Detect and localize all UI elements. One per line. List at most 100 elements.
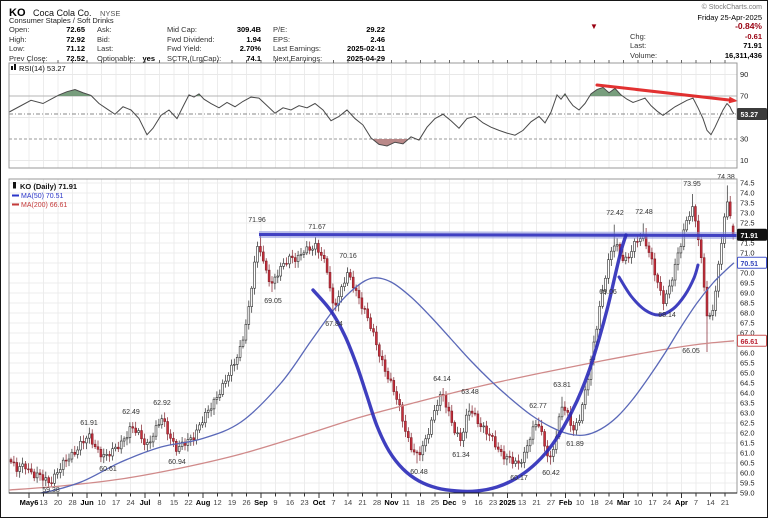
price-tick-label: 59.0 [740,489,755,498]
x-tick-label: 25 [431,498,439,507]
x-tick-label: 21 [721,498,729,507]
moving-averages [9,263,734,495]
x-tick-label: 11 [402,498,410,507]
x-tick-label: 16 [474,498,482,507]
price-tick-label: 64.5 [740,379,755,388]
x-tick-label: 15 [170,498,178,507]
price-badge-text: 53.27 [741,112,759,119]
x-tick-label: 14 [344,498,352,507]
price-annotation: 68.14 [658,312,676,319]
x-tick-label: 23 [300,498,308,507]
x-tick-label: Aug [196,498,211,507]
x-tick-label: Nov [384,498,399,507]
price-annotation: 74.38 [717,174,735,181]
x-tick-label: Oct [313,498,326,507]
legend-entry-ma50: MA(50) 70.51 [21,193,64,200]
price-tick-label: 65.5 [740,359,755,368]
x-tick-label: 19 [228,498,236,507]
x-tick-label: 24 [663,498,671,507]
price-annotation: 69.05 [264,298,282,305]
price-tick-label: 62.5 [740,419,755,428]
price-badge-text: 66.61 [741,339,759,346]
price-tick-label: 71.0 [740,249,755,258]
price-tick-label: 65.0 [740,369,755,378]
price-annotation: 60.17 [510,475,528,482]
x-tick-label: 14 [706,498,714,507]
price-tick-label: 67.5 [740,319,755,328]
price-badge-text: 70.51 [741,261,759,268]
price-annotation: 69.06 [599,289,617,296]
rsi-tick-label: 90 [740,70,748,79]
x-tick-label: Feb [559,498,573,507]
price-annotation: 73.95 [683,181,701,188]
x-tick-label: 7 [331,498,335,507]
price-annotation: 71.67 [308,224,326,231]
rsi-legend: RSI(14) 53.27 [11,64,66,73]
x-tick-label: 18 [590,498,598,507]
x-tick-label: 18 [416,498,424,507]
x-tick-label: Apr [675,498,688,507]
legend-entry-ma200: MA(200) 66.61 [21,202,67,209]
price-axis-labels: 74.574.073.573.072.571.571.070.069.569.0… [740,70,755,498]
price-tick-label: 70.0 [740,269,755,278]
price-tick-label: 74.5 [740,179,755,188]
price-annotation: 62.77 [529,403,547,410]
indicator-icon [14,64,16,70]
x-tick-label: 9 [462,498,466,507]
x-tick-label: 28 [373,498,381,507]
x-tick-label: 7 [694,498,698,507]
rsi-tick-label: 10 [740,156,748,165]
price-annotation: 72.48 [635,209,653,216]
price-annotation: 67.84 [325,321,343,328]
price-tick-label: 72.5 [740,219,755,228]
x-tick-label: 10 [97,498,105,507]
price-tick-label: 60.5 [740,459,755,468]
x-tick-label: Sep [254,498,268,507]
price-tick-label: 59.5 [740,479,755,488]
x-tick-label: 28 [68,498,76,507]
x-tick-label: Mar [617,498,630,507]
x-tick-label: May6 [20,498,39,507]
stockcharts-window: KO Coca Cola Co. NYSE Consumer Staples /… [0,0,768,518]
main-chart-legend: KO (Daily) 71.91 MA(50) 70.51 MA(200) 66.6… [12,182,77,209]
price-tick-label: 69.0 [740,289,755,298]
price-annotation: 60.48 [410,469,428,476]
rsi-tick-label: 70 [740,92,748,101]
price-tick-label: 60.0 [740,469,755,478]
x-tick-label: Jun [80,498,94,507]
price-tick-label: 68.0 [740,309,755,318]
price-tick-label: 68.5 [740,299,755,308]
x-tick-label: 24 [126,498,134,507]
x-tick-label: 23 [489,498,497,507]
price-annotation: 64.14 [433,376,451,383]
x-tick-label: 26 [242,498,250,507]
x-tick-label: 9 [273,498,277,507]
rsi-legend-label: RSI(14) 53.27 [19,64,66,73]
price-annotation: 66.05 [682,348,700,355]
legend-entry-ko: KO (Daily) 71.91 [20,182,77,191]
price-annotation: 60.42 [542,470,560,477]
price-annotation: 60.61 [99,466,117,473]
price-annotation: 62.49 [122,409,140,416]
x-tick-label: 21 [358,498,366,507]
x-tick-label: 10 [634,498,642,507]
ma50-line [9,263,734,495]
price-annotations: 59.3861.9160.6162.4962.9260.9471.9669.05… [42,174,735,494]
price-tick-label: 66.0 [740,349,755,358]
x-tick-label: 10 [576,498,584,507]
x-tick-label: 27 [547,498,555,507]
price-annotation: 63.48 [461,389,479,396]
x-tick-label: 2025 [499,498,516,507]
price-annotation: 70.16 [339,253,357,260]
price-tick-label: 61.0 [740,449,755,458]
x-tick-label: 12 [213,498,221,507]
x-tick-label: 21 [532,498,540,507]
price-tick-label: 74.0 [740,189,755,198]
x-tick-label: 8 [157,498,161,507]
x-tick-label: 20 [54,498,62,507]
x-tick-label: 13 [39,498,47,507]
x-tick-label: 17 [648,498,656,507]
price-tick-label: 63.5 [740,399,755,408]
price-annotation: 61.91 [80,420,98,427]
price-annotation: 60.94 [168,459,186,466]
